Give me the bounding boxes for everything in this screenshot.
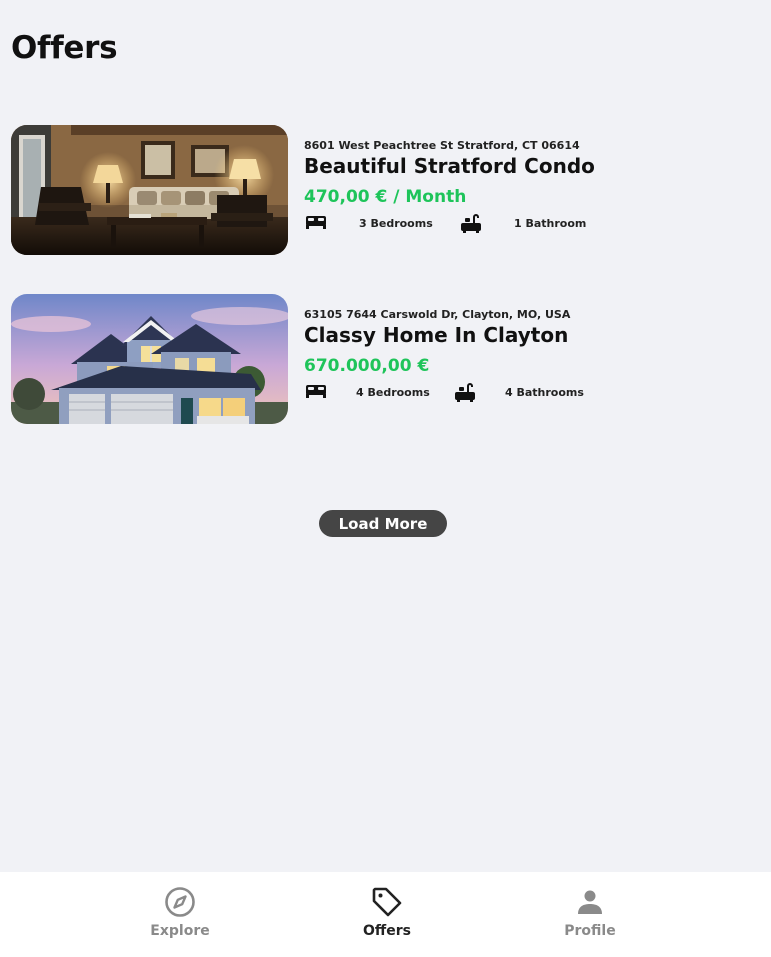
tab-offers[interactable]: Offers [327, 886, 447, 946]
tag-icon [327, 886, 447, 918]
tab-label: Offers [363, 923, 411, 939]
tab-explore[interactable]: Explore [120, 886, 240, 946]
page-title: Offers [11, 30, 118, 66]
bed-icon [305, 383, 327, 403]
bottom-tab-bar: Explore Offers Profile [0, 872, 771, 957]
listing-name[interactable]: Classy Home In Clayton [304, 323, 744, 347]
listing-name[interactable]: Beautiful Stratford Condo [304, 154, 744, 178]
listing-photo[interactable] [11, 294, 288, 424]
load-more-button[interactable]: Load More [319, 510, 447, 537]
bathrooms-count: 1 Bathroom [514, 217, 587, 230]
listing-photo[interactable] [11, 125, 288, 255]
listing-address: 8601 West Peachtree St Stratford, CT 066… [304, 139, 580, 152]
person-icon [530, 886, 650, 918]
listing-features: 4 Bedrooms 4 Bathrooms [304, 381, 744, 405]
tab-label: Explore [150, 923, 210, 939]
bathtub-icon [460, 214, 482, 238]
listing-info: 63105 7644 Carswold Dr, Clayton, MO, USA… [304, 308, 744, 405]
listing-card[interactable]: 63105 7644 Carswold Dr, Clayton, MO, USA… [11, 294, 751, 424]
tab-profile[interactable]: Profile [530, 886, 650, 946]
bed-icon [305, 214, 327, 234]
listing-price: 470,00 € / Month [304, 187, 467, 207]
bathtub-icon [454, 383, 476, 407]
tab-label: Profile [564, 923, 616, 939]
bedrooms-count: 4 Bedrooms [356, 386, 430, 399]
listing-price: 670.000,00 € [304, 356, 430, 376]
listing-features: 3 Bedrooms 1 Bathroom [304, 212, 744, 236]
bedrooms-count: 3 Bedrooms [359, 217, 433, 230]
listing-card[interactable]: 8601 West Peachtree St Stratford, CT 066… [11, 125, 751, 255]
bathrooms-count: 4 Bathrooms [505, 386, 584, 399]
compass-icon [120, 886, 240, 918]
listing-info: 8601 West Peachtree St Stratford, CT 066… [304, 139, 744, 236]
listing-address: 63105 7644 Carswold Dr, Clayton, MO, USA [304, 308, 571, 321]
